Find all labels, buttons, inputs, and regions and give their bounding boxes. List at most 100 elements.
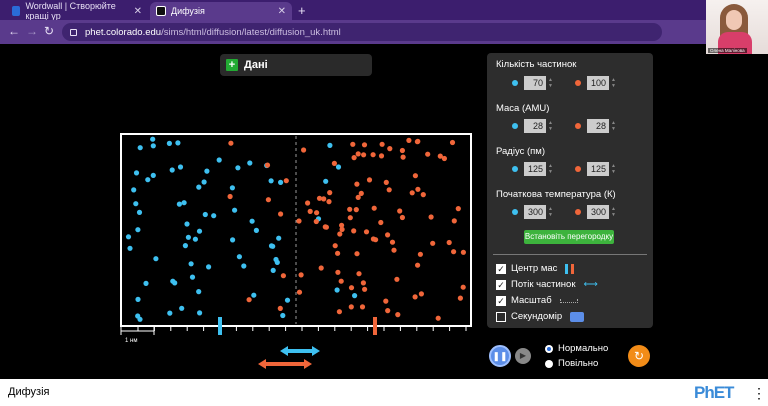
- down-arrow-icon: ▼: [548, 169, 553, 175]
- particle-flow-checkbox[interactable]: ✓ Потік частинок ⟷: [496, 279, 598, 290]
- particle: [366, 177, 373, 183]
- particle: [361, 152, 367, 158]
- particle: [150, 136, 156, 142]
- stopwatch-checkbox[interactable]: Секундомір: [496, 311, 585, 322]
- particle: [278, 179, 284, 185]
- particle: [399, 147, 405, 154]
- flow-arrow-blue: [280, 346, 320, 356]
- blue-dot-icon: [512, 166, 518, 172]
- back-icon[interactable]: ←: [8, 24, 20, 38]
- particle: [383, 298, 389, 304]
- close-icon[interactable]: ✕: [278, 6, 286, 17]
- particle: [230, 237, 236, 243]
- set-partition-button[interactable]: Встановіть перегородку: [524, 230, 614, 244]
- particle: [327, 142, 333, 148]
- checkbox-unchecked-icon: [496, 311, 506, 322]
- particle: [133, 170, 140, 176]
- mass-label: Маса (AMU): [496, 103, 550, 114]
- down-arrow-icon: ▼: [611, 169, 616, 175]
- particle: [412, 173, 418, 179]
- particle: [202, 211, 208, 218]
- particle: [228, 140, 234, 146]
- mass-right-spinner[interactable]: 28 ▲ ▼: [575, 119, 616, 133]
- scale-checkbox[interactable]: ✓ Масштаб: [496, 295, 578, 306]
- particle: [347, 206, 353, 212]
- particle: [446, 239, 452, 246]
- particle: [351, 155, 357, 161]
- center-of-mass-blue-icon: [565, 263, 569, 274]
- particle: [127, 245, 133, 251]
- particle: [430, 240, 436, 246]
- particle: [409, 190, 415, 196]
- url-host: phet.colorado.edu: [85, 26, 162, 38]
- center-of-mass-orange: [373, 317, 377, 335]
- reset-all-button[interactable]: ↻: [628, 345, 650, 367]
- particle: [301, 147, 307, 153]
- down-arrow-icon: ▼: [611, 212, 616, 218]
- particle: [420, 192, 426, 198]
- temperature-left-spinner[interactable]: 300 ▲ ▼: [512, 205, 553, 219]
- speed-slow-radio[interactable]: Повільно: [545, 358, 598, 369]
- tab-bar: Wordwall | Створюйте кращі ур ✕ Дифузія …: [0, 0, 768, 21]
- particle: [268, 243, 275, 249]
- particle: [268, 178, 274, 184]
- particle: [167, 310, 173, 316]
- count-left-spinner[interactable]: 70 ▲ ▼: [512, 76, 553, 90]
- tab-wordwall[interactable]: Wordwall | Створюйте кращі ур ✕: [6, 1, 148, 21]
- radio-selected-icon: [545, 344, 553, 353]
- speed-normal-radio[interactable]: Нормально: [545, 343, 608, 354]
- particle: [335, 250, 341, 256]
- particle: [323, 178, 329, 184]
- particle: [347, 215, 353, 221]
- particle: [406, 137, 412, 143]
- step-button[interactable]: ▶: [515, 348, 531, 364]
- menu-icon[interactable]: ⋮: [752, 385, 766, 402]
- count-right-spinner[interactable]: 100 ▲ ▼: [575, 76, 616, 90]
- particle: [241, 263, 247, 269]
- particle: [326, 199, 332, 205]
- radius-left-spinner[interactable]: 125 ▲ ▼: [512, 162, 553, 176]
- wordwall-favicon-icon: [12, 6, 21, 16]
- radius-right-spinner[interactable]: 125 ▲ ▼: [575, 162, 616, 176]
- particle: [145, 177, 151, 183]
- particle: [415, 262, 421, 268]
- mass-left-spinner[interactable]: 28 ▲ ▼: [512, 119, 553, 133]
- particle: [125, 234, 132, 240]
- particle: [264, 162, 271, 168]
- temperature-right-spinner[interactable]: 300 ▲ ▼: [575, 205, 616, 219]
- particle: [332, 243, 338, 249]
- particle: [321, 196, 327, 202]
- particle: [339, 222, 345, 228]
- particle: [176, 201, 182, 207]
- particle: [296, 289, 303, 295]
- pause-button[interactable]: ❚❚: [489, 345, 511, 367]
- particle: [284, 297, 291, 303]
- forward-icon[interactable]: →: [26, 24, 38, 38]
- browser-toolbar: ← → ↻ phet.colorado.edu /sims/html/diffu…: [0, 20, 768, 44]
- reload-icon[interactable]: ↻: [44, 24, 54, 38]
- particle: [206, 264, 212, 270]
- particle: [253, 227, 259, 233]
- particle: [386, 187, 392, 193]
- blue-dot-icon: [512, 123, 518, 129]
- address-bar[interactable]: phet.colorado.edu /sims/html/diffusion/l…: [62, 23, 662, 41]
- particle: [270, 267, 276, 273]
- count-label: Кількість частинок: [496, 59, 577, 70]
- particle: [425, 151, 431, 157]
- close-icon[interactable]: ✕: [134, 6, 142, 17]
- particle: [460, 249, 466, 255]
- particle: [136, 209, 143, 215]
- orange-dot-icon: [575, 209, 581, 215]
- phet-logo[interactable]: PhET: [694, 383, 734, 403]
- particle: [189, 274, 196, 280]
- particle: [451, 249, 457, 255]
- particle: [283, 178, 289, 184]
- new-tab-icon[interactable]: +: [298, 3, 306, 18]
- tab-diffusion[interactable]: Дифузія ✕: [150, 2, 292, 20]
- particle: [354, 181, 360, 187]
- particle: [355, 151, 361, 157]
- particle: [378, 219, 384, 226]
- particle: [335, 164, 342, 170]
- flow-arrow-orange: [258, 359, 312, 369]
- center-of-mass-checkbox[interactable]: ✓ Центр мас: [496, 263, 575, 274]
